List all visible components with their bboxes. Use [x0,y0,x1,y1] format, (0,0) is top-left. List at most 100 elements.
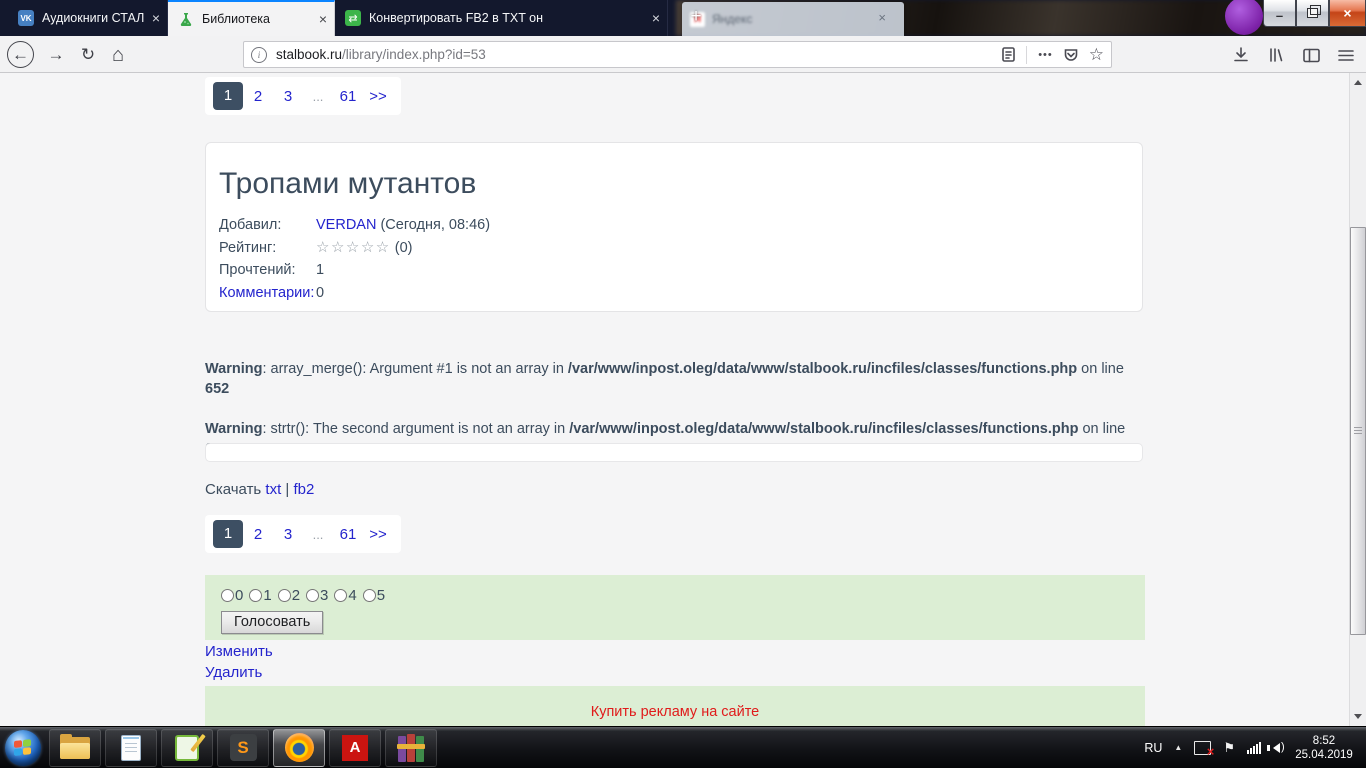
vote-options: 0 1 2 3 4 5 [215,587,1145,604]
php-warning: Warning: array_merge(): Argument #1 is n… [205,359,1130,399]
downloads-icon[interactable] [1228,42,1254,68]
vote-option-label: 0 [235,587,243,604]
pagination-page-link[interactable]: 61 [333,88,363,105]
vote-radio-1[interactable] [249,589,262,602]
tab-close-icon[interactable]: × [645,10,667,26]
book-card: Тропами мутантов Добавил:VERDAN (Сегодня… [205,142,1143,312]
scrollbar-thumb[interactable] [1350,227,1366,635]
reload-button[interactable]: ↻ [74,41,102,69]
reads-label: Прочтений: [219,259,316,282]
pagination-current-page[interactable]: 1 [213,520,243,548]
pagination-bottom: 1 2 3 ... 61 >> [205,515,401,553]
rating-label: Рейтинг: [219,237,316,260]
vote-radio-0[interactable] [221,589,234,602]
vote-radio-2[interactable] [278,589,291,602]
window-close-button[interactable]: × [1329,0,1366,27]
background-tab-title: Яндекс [712,12,752,26]
taskbar-winrar-button[interactable] [385,729,437,767]
download-txt-link[interactable]: txt [265,481,281,498]
taskbar-notepad-button[interactable] [105,729,157,767]
taskbar-firefox-button[interactable] [273,729,325,767]
url-bar[interactable]: i stalbook.ru/library/index.php?id=53 ••… [243,41,1112,68]
ad-link[interactable]: Купить рекламу на сайте [591,704,760,720]
tab-library-active[interactable]: Библиотека × [168,0,335,36]
pagination-next-link[interactable]: >> [363,526,393,543]
taskbar-clock[interactable]: 8:52 25.04.2019 [1292,734,1356,762]
background-window[interactable]: Я Яндекс × [682,2,904,36]
back-button[interactable]: ← [7,41,34,68]
book-title: Тропами мутантов [219,167,1142,201]
background-tab-close-icon[interactable]: × [878,10,886,25]
scroll-up-arrow-icon[interactable] [1354,80,1362,85]
taskbar-sublime-button[interactable]: S [217,729,269,767]
page-content: 1 2 3 ... 61 >> Тропами мутантов Добавил… [0,73,1349,726]
tab-audiobooks-stalker[interactable]: VK Аудиокниги СТАЛКЕР × [8,0,168,36]
windows-logo-icon [14,739,32,757]
action-center-flag-icon[interactable]: ⚑ [1223,740,1235,756]
volume-icon[interactable] [1273,743,1280,753]
vote-submit-button[interactable]: Голосовать [221,611,323,634]
taskbar-explorer-button[interactable] [49,729,101,767]
restore-icon [1307,8,1318,18]
vote-radio-5[interactable] [363,589,376,602]
menu-hamburger-icon[interactable] [1333,42,1359,68]
start-button[interactable] [5,730,41,766]
vote-option-label: 3 [320,587,328,604]
window-controls: – × [1263,0,1366,27]
empty-bar [205,443,1143,462]
edit-link[interactable]: Изменить [205,643,273,660]
language-indicator[interactable]: RU [1144,741,1162,755]
pagination-page-link[interactable]: 3 [273,526,303,543]
tab-convert-fb2[interactable]: ⇄ Конвертировать FB2 в TXT он × [335,0,668,36]
hidden-icons-arrow-icon[interactable]: ▲ [1174,743,1182,752]
page-actions-icon[interactable]: ••• [1038,49,1053,61]
book-rating-row: Рейтинг:☆☆☆☆☆ (0) [219,237,1142,260]
tab-title: Аудиокниги СТАЛКЕР [42,11,145,25]
flask-favicon-icon [178,11,194,27]
network-signal-icon[interactable] [1247,742,1261,754]
vk-favicon-icon: VK [18,10,34,26]
vote-radio-3[interactable] [306,589,319,602]
pagination-current-page[interactable]: 1 [213,82,243,110]
taskbar-adobe-button[interactable]: A [329,729,381,767]
pagination-next-link[interactable]: >> [363,88,393,105]
book-reads-row: Прочтений:1 [219,259,1142,282]
pagination-page-link[interactable]: 2 [243,526,273,543]
vertical-scrollbar[interactable] [1349,73,1366,726]
bookmark-star-icon[interactable]: ☆ [1089,45,1104,65]
adobe-icon: A [342,735,368,761]
scroll-down-arrow-icon[interactable] [1354,714,1362,719]
new-tab-button[interactable]: + [684,5,708,29]
window-restore-button[interactable] [1296,0,1329,27]
added-label: Добавил: [219,214,316,237]
sidebar-toggle-icon[interactable] [1298,42,1324,68]
tab-close-icon[interactable]: × [145,10,167,26]
user-link[interactable]: VERDAN [316,217,376,233]
download-row: Скачать txt | fb2 [205,481,314,498]
tab-close-icon[interactable]: × [312,11,334,27]
url-domain: stalbook.ru [276,47,342,62]
url-text: stalbook.ru/library/index.php?id=53 [276,47,486,62]
reads-value: 1 [316,262,324,278]
window-minimize-button[interactable]: – [1263,0,1296,27]
pocket-icon[interactable] [1064,48,1078,62]
home-button[interactable]: ⌂ [104,41,132,69]
download-fb2-link[interactable]: fb2 [294,481,315,498]
pagination-page-link[interactable]: 3 [273,88,303,105]
comments-link[interactable]: Комментарии: [219,282,316,305]
firefox-icon [285,733,314,762]
vote-option-label: 5 [377,587,385,604]
pagination-page-link[interactable]: 2 [243,88,273,105]
ad-panel: Купить рекламу на сайте [205,686,1145,726]
pagination-page-link[interactable]: 61 [333,526,363,543]
forward-button[interactable]: → [42,41,70,69]
update-error-icon[interactable] [1194,741,1211,755]
vote-radio-4[interactable] [334,589,347,602]
delete-link[interactable]: Удалить [205,664,262,681]
library-icon[interactable] [1263,42,1289,68]
site-info-icon[interactable]: i [251,47,267,63]
notepadpp-icon [175,735,199,761]
divider [1026,46,1027,64]
taskbar-notepadpp-button[interactable] [161,729,213,767]
reader-mode-icon[interactable] [1002,47,1015,62]
